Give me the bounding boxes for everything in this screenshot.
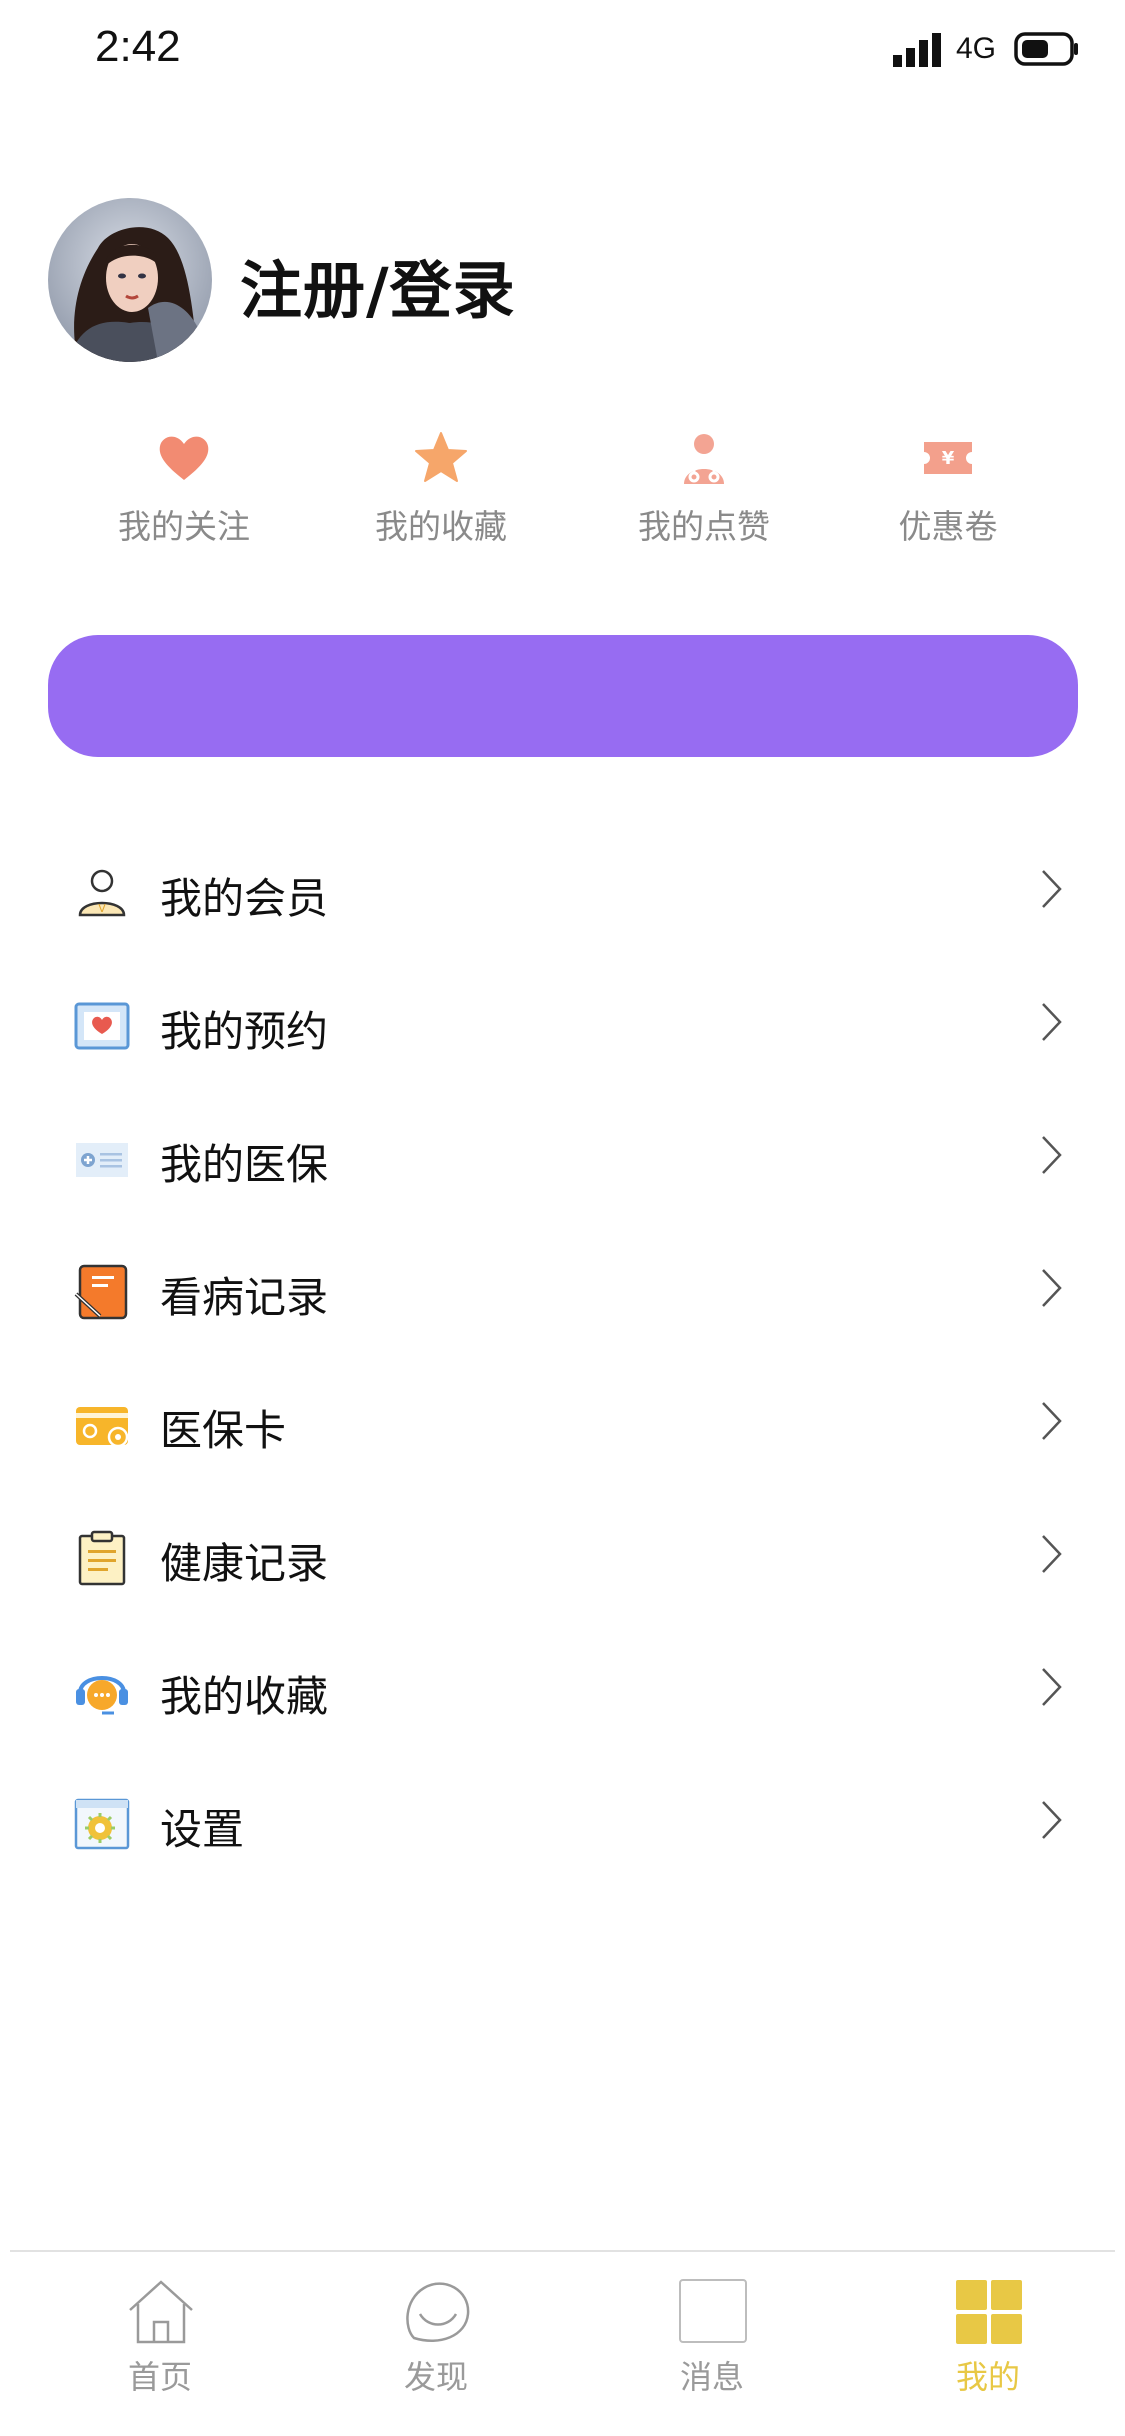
quick-action-label: 我的收藏 xyxy=(375,507,507,546)
tab-label: 首页 xyxy=(127,2358,192,2396)
message-icon xyxy=(679,2279,747,2343)
tab-label: 消息 xyxy=(679,2358,744,2396)
member-icon: V xyxy=(78,869,126,917)
tab-bar: 首页 发现 消息 我的 xyxy=(0,2252,1125,2436)
menu-item-label: 我的医保 xyxy=(160,1140,329,1189)
svg-text:V: V xyxy=(98,902,106,915)
quick-action-label: 优惠卷 xyxy=(898,507,998,546)
chevron-right-icon xyxy=(1042,1136,1062,1174)
home-icon xyxy=(129,2280,193,2344)
menu-item-label: 看病记录 xyxy=(160,1273,329,1322)
battery-icon xyxy=(1014,32,1078,66)
promo-banner[interactable] xyxy=(48,635,1078,757)
chevron-right-icon xyxy=(1042,1402,1062,1440)
appointment-icon xyxy=(74,1002,130,1050)
tab-mine[interactable]: 我的 xyxy=(888,2252,1088,2436)
avatar-image xyxy=(48,198,212,362)
tab-discover[interactable]: 发现 xyxy=(336,2252,536,2436)
quick-action-label: 我的关注 xyxy=(118,507,250,546)
doctor-icon xyxy=(684,434,724,484)
tab-label: 发现 xyxy=(403,2358,468,2396)
menu-item-membership[interactable]: V 我的会员 xyxy=(0,825,1125,958)
my-profile-screen: 2:42 4G 注册/登录 我的关注 我的收藏 我的点赞 ¥ 优惠卷 V 我的会… xyxy=(0,0,1125,2436)
medical-insurance-icon xyxy=(76,1143,128,1177)
discover-icon xyxy=(406,2282,470,2342)
menu-item-visit-records[interactable]: 看病记录 xyxy=(0,1224,1125,1357)
mine-icon xyxy=(956,2280,1022,2344)
svg-text:¥: ¥ xyxy=(942,448,955,469)
quick-action-label: 我的点赞 xyxy=(638,507,770,546)
menu-item-label: 我的预约 xyxy=(160,1007,329,1056)
coupon-icon: ¥ xyxy=(924,442,972,474)
network-label: 4G xyxy=(956,32,997,65)
tab-messages[interactable]: 消息 xyxy=(612,2252,812,2436)
medical-record-icon xyxy=(74,1264,128,1320)
menu-item-insurance-card[interactable]: 医保卡 xyxy=(0,1357,1125,1490)
menu-item-label: 健康记录 xyxy=(160,1539,329,1588)
quick-action-favorites[interactable]: 我的收藏 xyxy=(341,430,541,548)
heart-icon xyxy=(159,436,209,480)
chevron-right-icon xyxy=(1042,870,1062,908)
customer-service-icon xyxy=(76,1676,128,1715)
avatar[interactable] xyxy=(48,198,212,362)
login-register-link[interactable]: 注册/登录 xyxy=(240,240,516,330)
menu-item-settings[interactable]: 设置 xyxy=(0,1756,1125,1889)
chevron-right-icon xyxy=(1042,1668,1062,1706)
status-bar: 2:42 4G xyxy=(0,0,1125,100)
health-record-icon xyxy=(78,1530,126,1586)
menu-item-label: 我的收藏 xyxy=(160,1672,329,1721)
menu-list: V 我的会员 我的预约 我的医保 看病记录 医保卡 健康记录 我的收藏 设置 xyxy=(0,825,1125,1889)
menu-item-label: 设置 xyxy=(160,1805,245,1854)
chevron-right-icon xyxy=(1042,1003,1062,1041)
star-icon xyxy=(415,432,467,482)
signal-icon xyxy=(893,33,941,67)
chevron-right-icon xyxy=(1042,1269,1062,1307)
menu-item-medical-insurance[interactable]: 我的医保 xyxy=(0,1091,1125,1224)
settings-icon xyxy=(74,1798,130,1850)
menu-item-appointment[interactable]: 我的预约 xyxy=(0,958,1125,1091)
insurance-card-icon xyxy=(76,1407,129,1448)
tab-label: 我的 xyxy=(955,2358,1020,2396)
chevron-right-icon xyxy=(1042,1801,1062,1839)
menu-item-health-records[interactable]: 健康记录 xyxy=(0,1490,1125,1623)
quick-action-coupons[interactable]: ¥ 优惠卷 xyxy=(848,430,1048,548)
menu-item-label: 我的会员 xyxy=(160,874,329,923)
chevron-right-icon xyxy=(1042,1535,1062,1573)
quick-action-following[interactable]: 我的关注 xyxy=(84,430,284,548)
menu-item-favorites[interactable]: 我的收藏 xyxy=(0,1623,1125,1756)
quick-action-likes[interactable]: 我的点赞 xyxy=(604,430,804,548)
menu-item-label: 医保卡 xyxy=(160,1406,287,1455)
tab-home[interactable]: 首页 xyxy=(60,2252,260,2436)
status-time: 2:42 xyxy=(95,22,181,71)
quick-actions: 我的关注 我的收藏 我的点赞 ¥ 优惠卷 xyxy=(0,430,1125,570)
